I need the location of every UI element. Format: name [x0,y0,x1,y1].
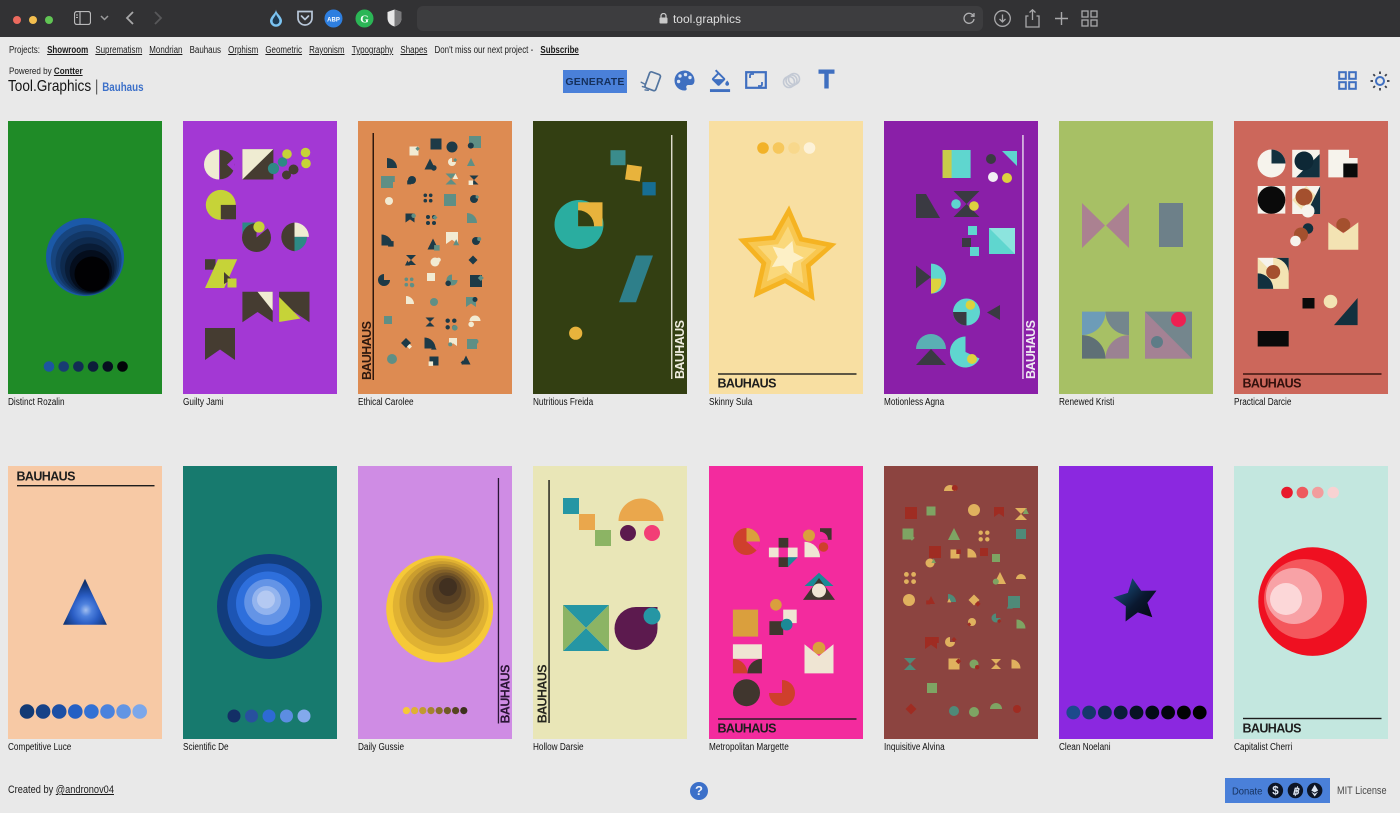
svg-text:BAUHAUS: BAUHAUS [499,665,513,724]
svg-text:BAUHAUS: BAUHAUS [673,320,687,379]
svg-text:BAUHAUS: BAUHAUS [718,722,777,736]
svg-text:BAUHAUS: BAUHAUS [718,377,777,391]
svg-text:ABP: ABP [327,17,340,23]
svg-text:BAUHAUS: BAUHAUS [536,665,550,724]
svg-text:BAUHAUS: BAUHAUS [1024,320,1038,379]
svg-text:BAUHAUS: BAUHAUS [360,321,374,380]
svg-text:Donate: Donate [1232,786,1263,798]
svg-text:G: G [360,13,369,25]
svg-text:BAUHAUS: BAUHAUS [1243,377,1302,391]
svg-text:BAUHAUS: BAUHAUS [17,470,76,484]
svg-text:$: $ [1272,786,1279,798]
svg-text:BAUHAUS: BAUHAUS [1243,722,1302,736]
